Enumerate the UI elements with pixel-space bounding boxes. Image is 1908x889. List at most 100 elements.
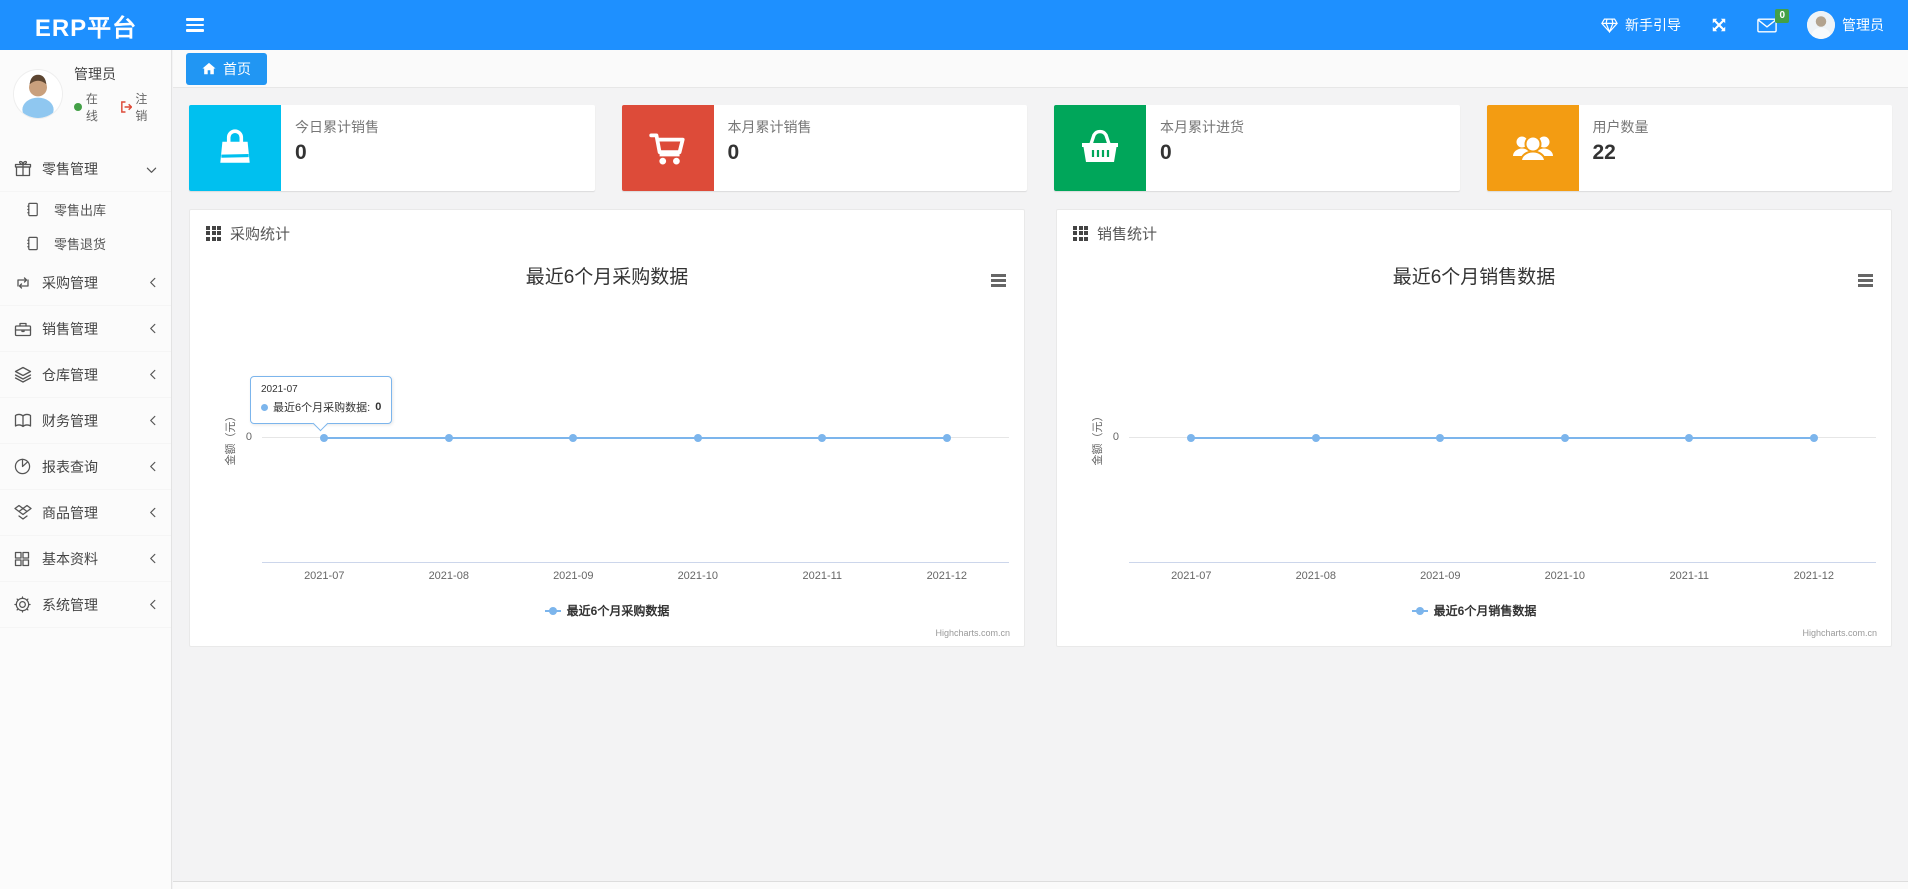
sidebar-item-sales[interactable]: 销售管理 (0, 306, 171, 352)
legend-marker-icon (1411, 606, 1428, 615)
tab-home-label: 首页 (223, 60, 251, 77)
data-point[interactable] (1187, 434, 1196, 442)
table-grid-icon (206, 225, 221, 241)
fullscreen-icon (1712, 18, 1726, 32)
chevron-left-icon (149, 367, 157, 383)
stat-card-month-sales: 本月累计销售 0 (621, 105, 1027, 191)
data-point[interactable] (818, 434, 827, 442)
chevron-left-icon (149, 597, 157, 613)
user-menu[interactable]: 管理员 (1807, 11, 1884, 39)
sales-stats-panel: 销售统计 最近6个月销售数据 金额（元） 0 2021-07 2021-08 202… (1056, 209, 1892, 647)
app-logo[interactable]: ERP平台 (0, 8, 172, 43)
legend-item[interactable]: 最近6个月销售数据 (1057, 602, 1891, 619)
panel-title: 销售统计 (1097, 225, 1158, 243)
x-axis-label: 2021-09 (553, 570, 594, 582)
gear-icon (14, 596, 32, 614)
sidebar-item-reports[interactable]: 报表查询 (0, 444, 171, 490)
chevron-down-icon (146, 161, 157, 177)
data-point[interactable] (1311, 434, 1320, 442)
messages-button[interactable]: 0 (1757, 8, 1789, 33)
tab-home[interactable]: 首页 (186, 52, 267, 85)
chart-tooltip: 2021-07 最近6个月采购数据: 0 (250, 376, 393, 424)
data-point[interactable] (942, 434, 951, 442)
stat-value: 0 (727, 141, 740, 164)
sidebar-item-label: 仓库管理 (42, 366, 98, 383)
x-axis-label: 2021-07 (1171, 570, 1212, 582)
sidebar-item-finance[interactable]: 财务管理 (0, 398, 171, 444)
gem-icon (1601, 18, 1618, 33)
sidebar-item-system[interactable]: 系统管理 (0, 582, 171, 628)
legend-marker-icon (544, 606, 561, 615)
data-point[interactable] (1685, 434, 1694, 442)
sidebar-item-label: 采购管理 (42, 274, 98, 291)
panel-title: 采购统计 (230, 225, 291, 243)
data-point[interactable] (1809, 434, 1818, 442)
sidebar-item-retail-outbound[interactable]: 零售出库 (0, 192, 171, 226)
chart-credits[interactable]: Highcharts.com.cn (935, 628, 1010, 638)
grid-icon (14, 550, 32, 568)
x-axis-label: 2021-12 (926, 570, 967, 582)
shopping-basket-icon (1054, 105, 1146, 191)
retail-submenu: 零售出库 零售退货 (0, 192, 171, 260)
legend-label: 最近6个月采购数据 (566, 604, 670, 618)
x-axis-label: 2021-12 (1793, 570, 1834, 582)
sidebar-item-label: 零售出库 (54, 202, 107, 218)
layers-icon (14, 366, 32, 384)
tooltip-series-label: 最近6个月采购数据: (273, 402, 371, 414)
data-point[interactable] (444, 434, 453, 442)
sidebar-item-retail-return[interactable]: 零售退货 (0, 226, 171, 260)
chart-panels-row: 采购统计 最近6个月采购数据 金额（元） 0 2021-07 最近6个月采购数据… (189, 209, 1892, 647)
chart-context-menu-button[interactable] (1858, 272, 1873, 289)
chart-title: 最近6个月采购数据 (525, 267, 689, 288)
sidebar-item-label: 报表查询 (42, 458, 98, 475)
chevron-left-icon (149, 459, 157, 475)
home-icon (202, 62, 216, 75)
chart-credits[interactable]: Highcharts.com.cn (1802, 628, 1877, 638)
x-axis-label: 2021-11 (802, 570, 843, 582)
sidebar-item-label: 商品管理 (42, 504, 98, 521)
logout-icon (120, 101, 133, 113)
data-point[interactable] (693, 434, 702, 442)
user-label: 管理员 (1842, 17, 1884, 33)
sidebar-item-label: 系统管理 (42, 596, 98, 613)
data-point[interactable] (1560, 434, 1569, 442)
sidebar-item-retail[interactable]: 零售管理 (0, 146, 171, 192)
online-status-label: 在线 (85, 92, 98, 123)
user-name: 管理员 (74, 66, 116, 82)
user-panel: 管理员 在线 注销 (0, 50, 171, 140)
tooltip-header: 2021-07 (261, 384, 298, 395)
shopping-cart-icon (621, 105, 714, 191)
sidebar-item-label: 基本资料 (42, 550, 98, 567)
file-icon (26, 234, 44, 252)
navbar-right: 新手引导 0 管理员 (1601, 8, 1908, 39)
data-point[interactable] (569, 434, 578, 442)
stat-label: 用户数量 (1592, 119, 1649, 135)
sidebar-item-warehouse[interactable]: 仓库管理 (0, 352, 171, 398)
stat-card-user-count: 用户数量 22 (1486, 105, 1892, 191)
stat-value: 22 (1592, 141, 1616, 164)
chart-title: 最近6个月销售数据 (1392, 267, 1556, 288)
series-line (324, 437, 947, 439)
stat-card-today-sales: 今日累计销售 0 (189, 105, 595, 191)
fullscreen-button[interactable] (1711, 17, 1727, 33)
tooltip-value: 0 (375, 401, 382, 413)
chart-context-menu-button[interactable] (991, 272, 1006, 289)
sidebar-menu: 零售管理 零售出库 零售退货 采购管理 销售管理 仓库管理 财务管理 报表查询 … (0, 146, 171, 628)
briefcase-icon (14, 320, 32, 338)
users-icon (1486, 105, 1579, 191)
sidebar-item-basic-data[interactable]: 基本资料 (0, 536, 171, 582)
table-grid-icon (1073, 225, 1088, 241)
x-axis-label: 2021-11 (1669, 570, 1710, 582)
newbie-guide-button[interactable]: 新手引导 (1601, 15, 1681, 35)
sidebar-item-purchase[interactable]: 采购管理 (0, 260, 171, 306)
chevron-left-icon (149, 321, 157, 337)
data-point[interactable] (1436, 434, 1445, 442)
logout-link[interactable]: 注销 (120, 90, 159, 124)
file-icon (26, 200, 44, 218)
stat-card-month-purchase: 本月累计进货 0 (1054, 105, 1460, 191)
sidebar-item-products[interactable]: 商品管理 (0, 490, 171, 536)
data-point[interactable] (320, 434, 329, 442)
legend-item[interactable]: 最近6个月采购数据 (190, 602, 1024, 619)
book-icon (14, 412, 32, 430)
sidebar-toggle-button[interactable] (172, 0, 218, 50)
